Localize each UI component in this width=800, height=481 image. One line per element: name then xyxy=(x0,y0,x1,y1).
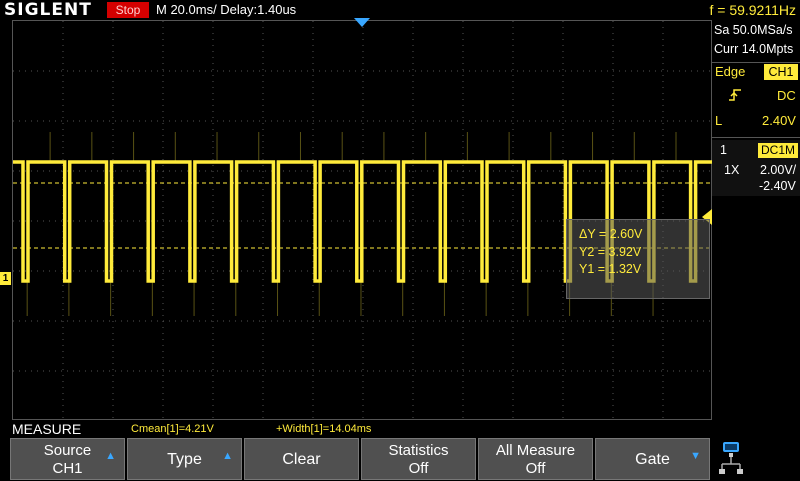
measurement-cmean: Cmean[1]=4.21V xyxy=(131,423,214,435)
type-button[interactable]: Type ▲ xyxy=(127,438,242,480)
channel-1-marker[interactable]: 1 xyxy=(0,272,11,285)
trigger-type: Edge xyxy=(715,64,746,79)
all-measure-button[interactable]: All Measure Off xyxy=(478,438,593,480)
arrow-up-icon: ▲ xyxy=(105,450,116,462)
gate-button[interactable]: Gate ▼ xyxy=(595,438,710,480)
channel-coupling: DC1M xyxy=(758,143,798,158)
source-button[interactable]: Source CH1 ▲ xyxy=(10,438,125,480)
statistics-button[interactable]: Statistics Off xyxy=(361,438,476,480)
frequency-readout: f = 59.9211Hz xyxy=(709,2,796,18)
cursor-y2: Y2 = 3.92V xyxy=(579,245,642,259)
probe-ratio: 1X xyxy=(724,163,740,177)
brand-logo: SIGLENT xyxy=(4,0,92,20)
sample-rate: Sa 50.0MSa/s xyxy=(714,23,793,37)
status-bar: SIGLENT Stop M 20.0ms/ Delay:1.40us f = … xyxy=(0,0,800,20)
all-measure-button-value: Off xyxy=(525,460,546,477)
source-button-value: CH1 xyxy=(52,460,83,477)
trigger-level-value: 2.40V xyxy=(762,113,796,128)
memory-depth: Curr 14.0Mpts xyxy=(714,42,794,56)
softkey-menu: Source CH1 ▲ Type ▲ Clear Statistics Off… xyxy=(10,438,712,480)
trigger-source: CH1 xyxy=(764,64,798,80)
triangle-down-icon[interactable] xyxy=(354,18,370,28)
vertical-offset: -2.40V xyxy=(759,179,796,193)
statistics-button-value: Off xyxy=(408,460,429,477)
cursor-readout: ΔY = 2.60V Y2 = 3.92V Y1 = 1.32V xyxy=(566,219,710,299)
arrow-down-icon: ▼ xyxy=(690,450,701,462)
statistics-button-label: Statistics xyxy=(388,442,449,459)
arrow-up-icon: ▲ xyxy=(222,450,233,462)
timebase-readout[interactable]: M 20.0ms/ Delay:1.40us xyxy=(156,1,296,19)
cursor-delta-y: ΔY = 2.60V xyxy=(579,227,643,241)
network-icon xyxy=(719,442,743,474)
trigger-level-label: L xyxy=(715,113,723,128)
clear-button[interactable]: Clear xyxy=(244,438,359,480)
all-measure-button-label: All Measure xyxy=(495,442,576,459)
rising-edge-icon xyxy=(729,89,741,101)
measure-bar: MEASURE Cmean[1]=4.21V +Width[1]=14.04ms xyxy=(0,420,800,438)
trigger-coupling: DC xyxy=(777,88,796,103)
measurement-width: +Width[1]=14.04ms xyxy=(276,423,372,435)
run-stop-status[interactable]: Stop xyxy=(107,2,149,18)
clear-button-label: Clear xyxy=(282,451,321,468)
menu-title: MEASURE xyxy=(12,421,82,437)
channel-number: 1 xyxy=(720,143,727,157)
cursor-y1: Y1 = 1.32V xyxy=(579,262,642,276)
channel-1-marker-label: 1 xyxy=(2,273,9,284)
